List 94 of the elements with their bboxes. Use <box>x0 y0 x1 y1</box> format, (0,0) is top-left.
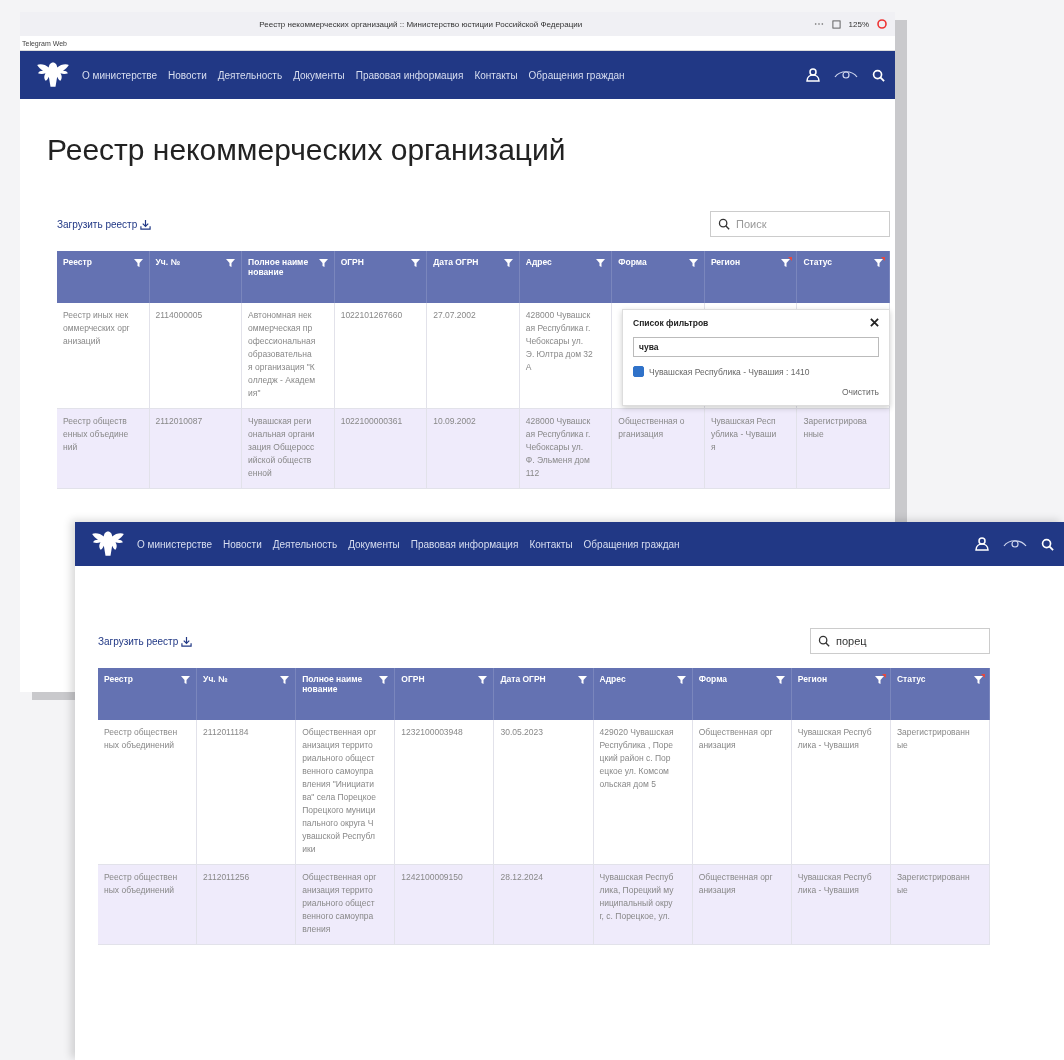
filter-icon[interactable] <box>132 257 145 269</box>
nav-link[interactable]: Контакты <box>529 538 573 550</box>
column-header[interactable]: Адрес <box>593 668 693 720</box>
user-icon[interactable] <box>806 68 820 82</box>
eye-icon[interactable] <box>834 69 858 81</box>
checkbox[interactable] <box>633 366 644 377</box>
table-cell: Чувашская региональная организация Общероссийской общественной <box>242 409 335 489</box>
filter-input[interactable]: чува <box>633 337 879 357</box>
table-cell: Зарегистрированные <box>797 409 890 489</box>
search-icon[interactable] <box>872 68 885 82</box>
nav-link[interactable]: Правовая информация <box>355 69 464 81</box>
table-cell: Общественная организация территориального общественного самоуправления <box>296 865 396 945</box>
column-header[interactable]: Дата ОГРН <box>494 668 594 720</box>
filter-icon[interactable] <box>873 674 886 686</box>
filter-icon[interactable] <box>576 674 589 686</box>
download-link[interactable]: Загрузить реестр <box>57 218 152 230</box>
column-header[interactable]: Регион <box>704 251 798 303</box>
table-cell: 28.12.2024 <box>494 865 594 945</box>
filter-icon[interactable] <box>973 674 985 686</box>
nav-link[interactable]: Документы <box>348 538 400 550</box>
emblem-icon <box>36 60 70 90</box>
table-cell: 428000 Чувашская Республика г. Чебоксары ул. Ф. Эльменя дом 112 <box>519 409 613 489</box>
nav-link[interactable]: Правовая информация <box>410 538 519 550</box>
download-link[interactable]: Загрузить реестр <box>98 635 193 647</box>
column-header[interactable]: Реестр <box>98 668 198 720</box>
nav-link[interactable]: Новости <box>223 538 262 550</box>
filter-icon[interactable] <box>687 257 700 269</box>
table-cell: Реестр общественных объединений <box>57 409 150 489</box>
column-header[interactable]: Уч. № <box>149 251 243 303</box>
table-cell: Общественная организация <box>612 409 705 489</box>
table-cell: Общественная организация <box>692 865 792 945</box>
column-header[interactable]: Форма <box>692 668 792 720</box>
nav-link[interactable]: Новости <box>168 69 207 81</box>
search-field[interactable]: Поиск <box>710 211 890 237</box>
search-field[interactable]: порец <box>810 628 990 654</box>
table-cell: 1242100009150 <box>395 865 495 945</box>
more-icon[interactable] <box>813 22 824 26</box>
nav-link[interactable]: Контакты <box>474 69 518 81</box>
emblem-icon <box>91 529 125 559</box>
close-icon[interactable] <box>870 318 879 327</box>
zoom-level[interactable]: 125% <box>848 19 869 29</box>
page-heading: Реестр некоммерческих организаций <box>47 133 567 167</box>
column-header[interactable]: Уч. № <box>197 668 297 720</box>
column-header[interactable]: Форма <box>612 251 705 303</box>
circle-icon[interactable] <box>877 19 887 29</box>
filter-icon[interactable] <box>502 257 515 269</box>
column-header[interactable]: Адрес <box>519 251 613 303</box>
search-icon[interactable] <box>1041 537 1054 551</box>
filter-icon[interactable] <box>780 257 793 269</box>
column-header[interactable]: Полное наименование <box>242 251 335 303</box>
column-header[interactable]: Полное наименование <box>296 668 396 720</box>
filter-icon[interactable] <box>317 257 330 269</box>
table-cell: Чувашская Республика - Чувашия <box>704 409 798 489</box>
column-header[interactable]: Статус <box>797 251 890 303</box>
column-header[interactable]: Реестр <box>57 251 150 303</box>
table-cell: Чувашская Республика, Порецкий муниципальный округ, с. Порецкое, ул. <box>593 865 693 945</box>
filter-icon[interactable] <box>595 257 608 269</box>
filter-icon[interactable] <box>477 674 490 686</box>
table-cell: 2112010087 <box>149 409 243 489</box>
nav-link[interactable]: О министерстве <box>82 69 158 81</box>
filter-icon[interactable] <box>675 674 688 686</box>
eye-icon[interactable] <box>1003 538 1027 550</box>
clear-link[interactable]: Очистить <box>842 387 879 397</box>
column-header[interactable]: ОГРН <box>395 668 495 720</box>
column-header[interactable]: Статус <box>890 668 990 720</box>
user-icon[interactable] <box>975 537 989 551</box>
column-header[interactable]: Дата ОГРН <box>427 251 520 303</box>
nav-link[interactable]: Документы <box>293 69 345 81</box>
option-label: Чувашская Республика - Чувашия : 1410 <box>649 366 810 377</box>
filter-icon[interactable] <box>180 674 193 686</box>
column-header[interactable]: Регион <box>791 668 891 720</box>
nav-link[interactable]: О министерстве <box>137 538 213 550</box>
table-cell: Реестр общественных объединений <box>98 865 198 945</box>
filter-icon[interactable] <box>279 674 292 686</box>
nav-link[interactable]: Обращения граждан <box>583 538 680 550</box>
table-cell: 1022100000361 <box>334 409 428 489</box>
filter-icon[interactable] <box>378 674 391 686</box>
nav-link[interactable]: Деятельность <box>272 538 338 550</box>
table-cell: 10.09.2002 <box>427 409 520 489</box>
bookmark-icon[interactable] <box>831 19 841 29</box>
download-icon[interactable] <box>181 635 193 647</box>
download-icon[interactable] <box>140 218 152 230</box>
table-cell: Зарегистрированные <box>890 865 990 945</box>
nav-link[interactable]: Обращения граждан <box>528 69 625 81</box>
filter-icon[interactable] <box>410 257 423 269</box>
table-cell: 2112011256 <box>197 865 297 945</box>
filter-icon[interactable] <box>873 257 885 269</box>
table-cell: Чувашская Республика - Чувашия <box>791 865 891 945</box>
page-title: Реестр некоммерческих организаций :: Министерство юстиции Российской Федерации <box>258 19 584 29</box>
nav-link[interactable]: Деятельность <box>217 69 283 81</box>
filter-icon[interactable] <box>774 674 787 686</box>
column-header[interactable]: ОГРН <box>334 251 428 303</box>
filter-icon[interactable] <box>225 257 238 269</box>
popup-title: Список фильтров <box>633 318 709 328</box>
